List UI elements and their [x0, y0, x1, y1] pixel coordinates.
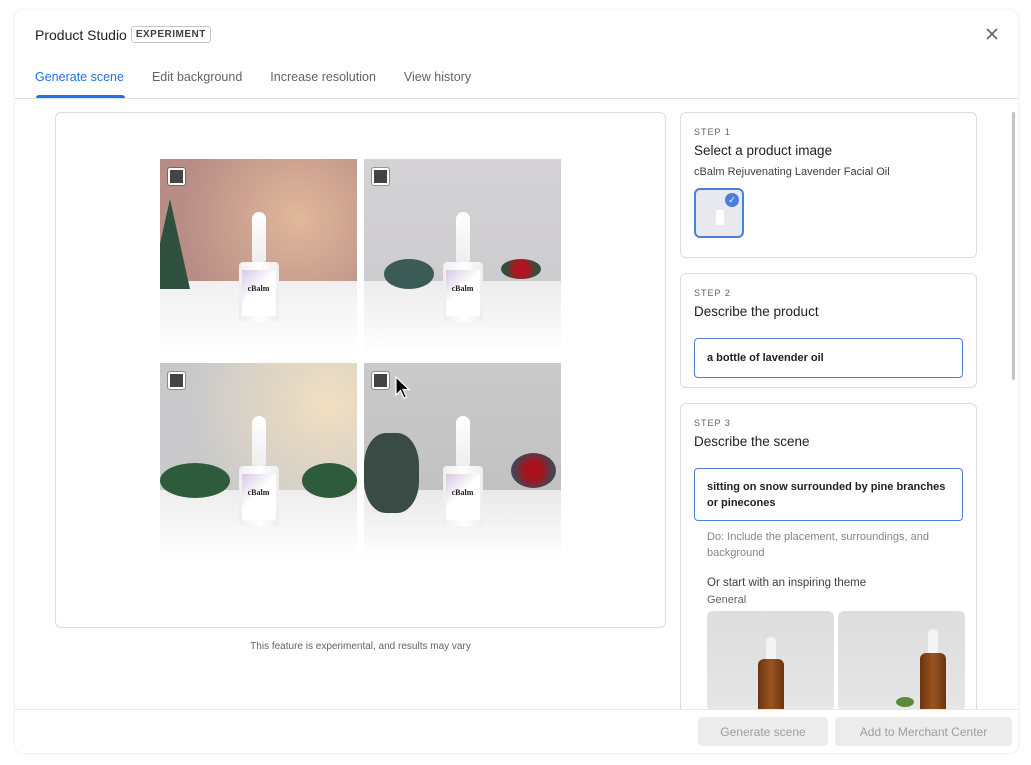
close-icon	[986, 28, 998, 40]
steps-panel[interactable]: STEP 1 Select a product image cBalm Reju…	[679, 112, 979, 709]
step-label: STEP 1	[694, 127, 731, 137]
result-image-2[interactable]: cBalm	[364, 159, 561, 356]
step-heading: Describe the scene	[694, 434, 810, 449]
dialog-title: Product Studio	[35, 26, 127, 43]
product-bottle: cBalm	[238, 416, 279, 526]
select-checkbox[interactable]	[168, 372, 185, 389]
product-description-input[interactable]: a bottle of lavender oil	[694, 338, 963, 378]
tab-generate-scene[interactable]: Generate scene	[35, 62, 125, 98]
product-studio-dialog: Product Studio EXPERIMENT Generate scene…	[15, 10, 1018, 753]
result-image-4[interactable]: cBalm	[364, 363, 561, 560]
dropper-cap	[766, 637, 776, 661]
theme-card[interactable]	[707, 611, 834, 709]
product-bottle: cBalm	[442, 212, 483, 322]
tab-edit-background[interactable]: Edit background	[152, 62, 242, 98]
close-button[interactable]	[982, 24, 1002, 44]
product-thumbnail[interactable]: ✓	[694, 188, 744, 238]
scene-description-input[interactable]: sitting on snow surrounded by pine branc…	[694, 468, 963, 521]
check-circle-icon: ✓	[725, 193, 739, 207]
pine-branch	[160, 463, 230, 498]
scene-hint: Do: Include the placement, surroundings,…	[707, 531, 929, 559]
product-name: cBalm Rejuvenating Lavender Facial Oil	[694, 166, 890, 178]
step-3-card: STEP 3 Describe the scene sitting on sno…	[680, 403, 977, 709]
tab-increase-resolution[interactable]: Increase resolution	[270, 62, 376, 98]
results-canvas: cBalm cBalm cBalm cBalm	[55, 112, 666, 628]
dialog-header: Product Studio EXPERIMENT	[35, 26, 211, 43]
step-2-card: STEP 2 Describe the product a bottle of …	[680, 273, 977, 388]
select-checkbox[interactable]	[372, 168, 389, 185]
pine-tree	[160, 199, 190, 289]
dropper-cap	[928, 629, 938, 653]
experiment-badge: EXPERIMENT	[130, 26, 211, 43]
amber-bottle	[758, 659, 784, 709]
panel-scrollbar[interactable]	[1012, 112, 1015, 380]
mouse-pointer-icon	[395, 375, 411, 405]
result-image-3[interactable]: cBalm	[160, 363, 357, 560]
generate-scene-button[interactable]: Generate scene	[698, 717, 828, 746]
bottle-thumbnail	[716, 210, 724, 225]
select-checkbox[interactable]	[168, 168, 185, 185]
select-checkbox[interactable]	[372, 372, 389, 389]
berries	[501, 259, 541, 279]
leaf	[896, 697, 914, 707]
step-label: STEP 3	[694, 418, 731, 428]
theme-category: General	[707, 594, 747, 606]
step-1-card: STEP 1 Select a product image cBalm Reju…	[680, 112, 977, 258]
product-bottle: cBalm	[238, 212, 279, 322]
tab-view-history[interactable]: View history	[404, 62, 471, 98]
step-heading: Select a product image	[694, 143, 833, 158]
step-label: STEP 2	[694, 288, 731, 298]
action-bar: Generate scene Add to Merchant Center	[15, 709, 1018, 753]
result-image-1[interactable]: cBalm	[160, 159, 357, 356]
amber-bottle	[920, 653, 946, 709]
experimental-footnote: This feature is experimental, and result…	[250, 641, 471, 652]
theme-list	[707, 611, 976, 709]
pine-branch	[384, 259, 434, 289]
berries	[511, 453, 556, 488]
product-bottle: cBalm	[442, 416, 483, 526]
theme-card[interactable]	[838, 611, 965, 709]
results-grid: cBalm cBalm cBalm cBalm	[160, 159, 562, 561]
tab-bar: Generate scene Edit background Increase …	[35, 62, 499, 98]
pine-branch	[364, 433, 419, 513]
step-heading: Describe the product	[694, 304, 819, 319]
pine-branch	[302, 463, 357, 498]
tabs-divider	[15, 98, 1018, 99]
theme-heading: Or start with an inspiring theme	[707, 577, 867, 589]
add-to-merchant-center-button[interactable]: Add to Merchant Center	[835, 717, 1012, 746]
